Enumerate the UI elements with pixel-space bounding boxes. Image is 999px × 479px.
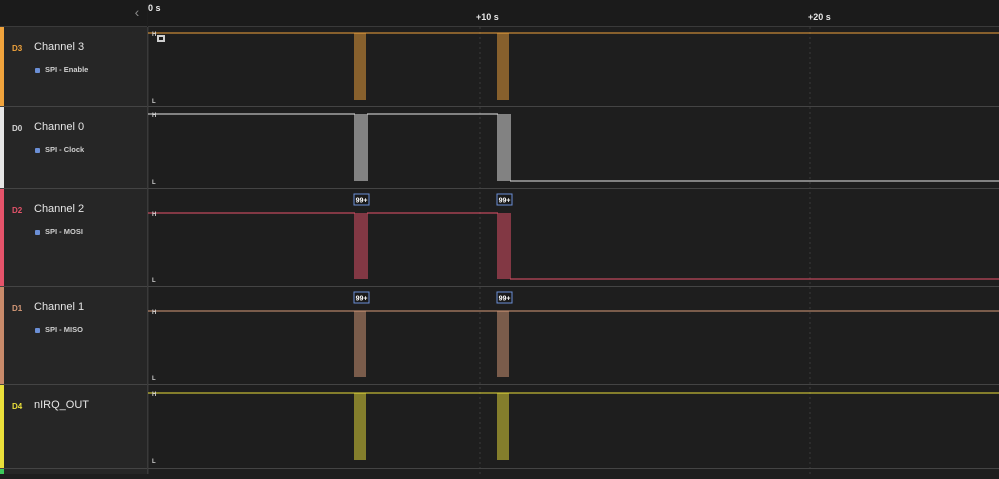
waveform-canvas[interactable]: 99+ 99+ 99+ 99+ H L H L H L H L H L	[147, 27, 999, 474]
high-label: H	[152, 392, 156, 398]
channel-row-d3[interactable]: D3 Channel 3 SPI - Enable	[0, 27, 147, 107]
analyzer-dot-icon	[35, 147, 40, 153]
low-label: L	[152, 180, 156, 186]
waveform-channel-3	[148, 32, 999, 100]
channel-tag: D2	[12, 206, 23, 215]
analyzer-dot-icon	[35, 327, 40, 333]
channel-name[interactable]: Channel 2	[34, 203, 84, 215]
low-label: L	[152, 99, 156, 105]
channel-list: D3 Channel 3 SPI - Enable D0 Channel 0 S…	[0, 27, 148, 474]
pulse-group-2	[497, 393, 509, 460]
pulse-group-1	[354, 213, 368, 279]
channel-name[interactable]: Channel 0	[34, 121, 84, 133]
low-label: L	[152, 278, 156, 284]
chevron-left-icon[interactable]: ‹	[130, 5, 144, 19]
low-label: L	[152, 376, 156, 382]
channel-color-bar	[0, 385, 4, 468]
high-label: H	[152, 32, 156, 38]
waveform-area[interactable]: 99+ 99+ 99+ 99+ H L H L H L H L H L	[147, 27, 999, 474]
channel-row-d2[interactable]: D2 Channel 2 SPI - MOSI	[0, 189, 147, 287]
low-label: L	[152, 459, 156, 465]
channel-tag: D3	[12, 44, 23, 53]
waveform-channel-1	[148, 310, 999, 377]
analyzer-dot-icon	[35, 229, 40, 235]
channel-color-bar	[0, 107, 4, 188]
channel-name[interactable]: Channel 1	[34, 301, 84, 313]
analyzer-name: SPI - MISO	[45, 325, 83, 334]
analyzer-label[interactable]: SPI - Clock	[35, 145, 84, 154]
channel-color-bar	[0, 189, 4, 286]
waveform-channel-2	[148, 212, 999, 280]
channel-tag: D4	[12, 402, 23, 411]
channel-row-d4[interactable]: D4 nIRQ_OUT	[0, 385, 147, 469]
badge-text: 99+	[356, 296, 368, 303]
analyzer-name: SPI - Clock	[45, 145, 85, 154]
annotation-badge[interactable]: 99+	[353, 291, 370, 304]
analyzer-name: SPI - MOSI	[45, 227, 83, 236]
channel-row-next	[0, 469, 147, 474]
pulse-group-1	[354, 311, 366, 377]
channel-name[interactable]: nIRQ_OUT	[34, 399, 89, 411]
badge-text: 99+	[499, 296, 511, 303]
high-label: H	[152, 212, 156, 218]
time-label-20: +20 s	[808, 12, 831, 22]
channel-name[interactable]: Channel 3	[34, 41, 84, 53]
waveform-channel-d4	[148, 392, 999, 460]
pulse-group-2	[497, 114, 511, 181]
pulse-group-2	[497, 311, 509, 377]
channel-color-bar	[0, 27, 4, 106]
channel-list-header: ‹	[0, 0, 147, 27]
badge-text: 99+	[499, 198, 511, 205]
channel-color-bar	[0, 287, 4, 384]
analyzer-label[interactable]: SPI - MISO	[35, 325, 83, 334]
pulse-group-1	[354, 393, 366, 460]
analyzer-label[interactable]: SPI - Enable	[35, 65, 88, 74]
time-label-0: 0 s	[148, 3, 161, 13]
channel-color-bar	[0, 469, 4, 474]
timeline-ruler[interactable]: 0 s +10 s +20 s	[148, 0, 999, 27]
pulse-group-1	[354, 114, 368, 181]
analyzer-name: SPI - Enable	[45, 65, 89, 74]
waveform-channel-0	[148, 113, 999, 182]
analyzer-dot-icon	[35, 67, 40, 73]
channel-tag: D1	[12, 304, 23, 313]
pulse-group-2	[497, 33, 509, 100]
logic-analyzer-window: ‹ 0 s +10 s +20 s D3 Channel 3 SPI - Ena…	[0, 0, 999, 474]
high-label: H	[152, 113, 156, 119]
time-label-10: +10 s	[476, 12, 499, 22]
pulse-group-1	[354, 33, 366, 100]
annotation-badge[interactable]: 99+	[496, 291, 513, 304]
channel-row-d1[interactable]: D1 Channel 1 SPI - MISO	[0, 287, 147, 385]
annotation-badge[interactable]: 99+	[353, 193, 370, 206]
analyzer-label[interactable]: SPI - MOSI	[35, 227, 83, 236]
channel-row-d0[interactable]: D0 Channel 0 SPI - Clock	[0, 107, 147, 189]
pulse-group-2	[497, 213, 511, 279]
channel-tag: D0	[12, 124, 23, 133]
high-label: H	[152, 310, 156, 316]
annotation-badge[interactable]: 99+	[496, 193, 513, 206]
badge-text: 99+	[356, 198, 368, 205]
marker-icon-inner	[159, 37, 163, 40]
